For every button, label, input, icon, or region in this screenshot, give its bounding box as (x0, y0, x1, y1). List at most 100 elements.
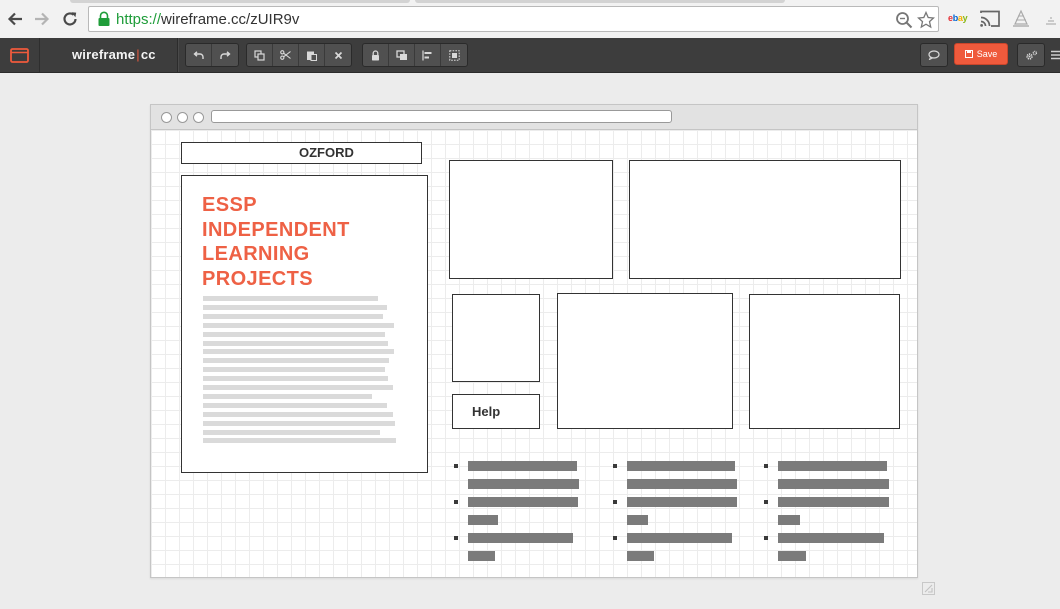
undo-button[interactable] (186, 44, 212, 66)
hamburger-menu-icon[interactable] (1051, 50, 1060, 60)
list-item-text-bar (468, 461, 577, 471)
lock-button[interactable] (363, 44, 389, 66)
delete-icon (334, 51, 342, 59)
history-group (185, 43, 239, 67)
reload-button[interactable] (60, 8, 80, 30)
placeholder-text-line (203, 304, 387, 310)
comment-button[interactable] (920, 43, 948, 67)
duplicate-icon (395, 49, 407, 60)
image-placeholder[interactable] (749, 294, 900, 429)
app-toolbar: wireframe|cc Save (0, 38, 1060, 73)
gears-icon (1025, 50, 1037, 60)
list-item-text-bar (627, 551, 654, 561)
paste-button[interactable] (299, 44, 325, 66)
redo-button[interactable] (212, 44, 238, 66)
group-icon (448, 49, 460, 61)
secure-lock-icon (98, 11, 110, 26)
forward-button[interactable] (32, 8, 52, 30)
redo-icon (219, 50, 231, 59)
arrow-left-icon (7, 12, 22, 26)
logo-left-text: wireframe (72, 47, 136, 62)
list-bullet (613, 500, 617, 504)
bookmark-star-icon[interactable] (917, 11, 935, 29)
delete-button[interactable] (325, 44, 351, 66)
brand-header-box[interactable]: OZFORD (181, 142, 422, 164)
placeholder-text-line (203, 331, 385, 337)
ebay-extension-icon[interactable]: ebay (948, 13, 968, 23)
browser-tab-edge[interactable] (70, 0, 410, 3)
group-button[interactable] (441, 44, 467, 66)
hero-text-card[interactable]: ESSP INDEPENDENT LEARNING PROJECTS (181, 175, 428, 473)
window-dot (161, 112, 172, 123)
align-icon (422, 50, 432, 60)
mock-browser-titlebar (151, 105, 917, 130)
list-item-text-bar (778, 497, 889, 507)
image-placeholder[interactable] (557, 293, 733, 429)
placeholder-text-line (203, 393, 372, 399)
list-item-text-bar (778, 479, 889, 489)
settings-button[interactable] (1017, 43, 1045, 67)
hero-title-line: INDEPENDENT (202, 218, 350, 241)
logo-right-text: cc (140, 47, 156, 62)
placeholder-text-line (203, 420, 395, 426)
extension-icon[interactable] (1040, 9, 1060, 29)
list-item-text-bar (778, 551, 806, 561)
cut-button[interactable] (273, 44, 299, 66)
comment-icon (928, 50, 940, 60)
placeholder-text-line (203, 367, 385, 373)
list-item-text-bar (778, 533, 884, 543)
placeholder-text-line (203, 322, 394, 328)
back-button[interactable] (5, 8, 25, 30)
placeholder-text-line (203, 376, 388, 382)
save-label: Save (976, 49, 998, 59)
hero-title: ESSP INDEPENDENT LEARNING PROJECTS (202, 193, 350, 291)
toolbar-divider (177, 38, 179, 72)
copy-icon (254, 49, 265, 61)
logo-separator: | (136, 47, 140, 62)
arrange-group (362, 43, 468, 67)
reload-icon (63, 12, 77, 26)
app-menu-button[interactable] (0, 38, 40, 72)
hero-title-line: LEARNING (202, 243, 310, 265)
list-item-text-bar (627, 497, 737, 507)
resize-handle-icon[interactable] (922, 582, 935, 595)
window-dot (177, 112, 188, 123)
align-button[interactable] (415, 44, 441, 66)
url-text[interactable]: https://wireframe.cc/zUIR9v (116, 11, 299, 28)
ebay-extension-label: ebay (948, 13, 968, 23)
cast-icon[interactable] (979, 9, 1001, 29)
copy-button[interactable] (247, 44, 273, 66)
list-bullet (613, 464, 617, 468)
window-dot (193, 112, 204, 123)
image-placeholder[interactable] (449, 160, 613, 279)
list-item-text-bar (468, 479, 579, 489)
address-bar[interactable]: https://wireframe.cc/zUIR9v (88, 6, 939, 32)
image-placeholder[interactable] (452, 294, 540, 382)
lock-icon (372, 49, 379, 60)
browser-tab-edge[interactable] (415, 0, 785, 3)
placeholder-text-line (203, 313, 383, 319)
extension-sail-icon[interactable] (1010, 9, 1032, 29)
brand-name: OZFORD (299, 145, 354, 160)
placeholder-text-line (203, 358, 389, 364)
duplicate-button[interactable] (389, 44, 415, 66)
placeholder-text-line (203, 340, 388, 346)
save-button[interactable]: Save (954, 43, 1008, 65)
placeholder-text-line (203, 385, 393, 390)
placeholder-text-line (203, 438, 396, 444)
placeholder-text-line (203, 349, 394, 355)
hero-title-line: PROJECTS (202, 267, 314, 290)
list-bullet (454, 536, 458, 540)
help-button[interactable]: Help (452, 394, 540, 429)
image-placeholder[interactable] (629, 160, 901, 279)
list-item-text-bar (468, 551, 495, 561)
url-host-path: wireframe.cc/zUIR9v (161, 11, 300, 28)
list-bullet (764, 536, 768, 540)
help-label: Help (472, 404, 501, 419)
undo-icon (193, 50, 204, 59)
app-logo[interactable]: wireframe|cc (72, 47, 156, 62)
list-bullet (764, 500, 768, 504)
placeholder-text-line (203, 429, 380, 435)
list-item-text-bar (468, 533, 573, 543)
zoom-icon[interactable] (895, 11, 913, 29)
